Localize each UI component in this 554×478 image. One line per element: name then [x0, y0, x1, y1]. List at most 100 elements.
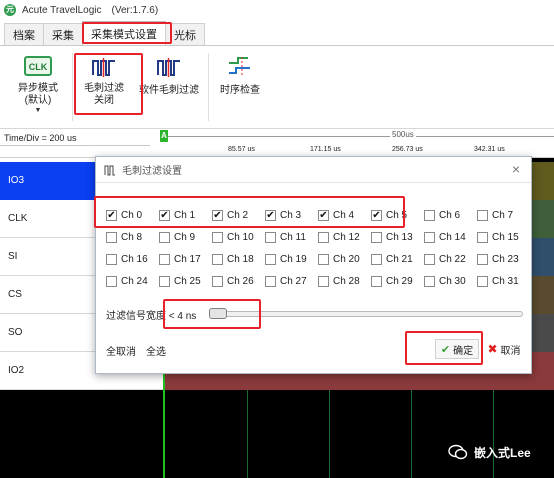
- time-tick: 256.73 us: [392, 146, 423, 153]
- channel-checkbox-item[interactable]: ✔ Ch 4: [318, 208, 354, 222]
- checkbox[interactable]: [318, 253, 329, 265]
- channel-label: Ch 17: [174, 253, 201, 265]
- checkbox[interactable]: [318, 275, 329, 287]
- signal-cs[interactable]: CS: [0, 276, 96, 314]
- channel-checkbox-item[interactable]: Ch 20: [318, 252, 360, 266]
- checkbox[interactable]: [159, 275, 170, 287]
- select-all-button[interactable]: 全选: [146, 343, 166, 358]
- checkbox[interactable]: [159, 253, 170, 265]
- channel-checkbox-item[interactable]: Ch 13: [371, 230, 413, 244]
- channel-checkbox-item[interactable]: Ch 6: [424, 208, 460, 222]
- checkbox[interactable]: [371, 253, 382, 265]
- channel-checkbox-item[interactable]: Ch 15: [477, 230, 519, 244]
- checkbox[interactable]: [106, 231, 117, 243]
- channel-checkbox-item[interactable]: Ch 22: [424, 252, 466, 266]
- channel-label: Ch 14: [439, 231, 466, 243]
- channel-checkbox-item[interactable]: ✔ Ch 2: [212, 208, 248, 222]
- signal-io2[interactable]: IO2: [0, 352, 96, 390]
- channel-checkbox-item[interactable]: Ch 25: [159, 274, 201, 288]
- checkbox[interactable]: [106, 253, 117, 265]
- checkbox[interactable]: [477, 275, 488, 287]
- svg-text:CLK: CLK: [29, 62, 48, 72]
- dialog-title-bar: 毛刺过滤设置: [96, 157, 531, 183]
- channel-checkbox-item[interactable]: Ch 26: [212, 274, 254, 288]
- checkbox[interactable]: [424, 209, 435, 221]
- channel-checkbox-item[interactable]: ✔ Ch 0: [106, 208, 142, 222]
- channel-checkbox-item[interactable]: Ch 18: [212, 252, 254, 266]
- checkbox[interactable]: [477, 231, 488, 243]
- timing-check-button[interactable]: 时序检查: [214, 55, 266, 121]
- checkbox[interactable]: [212, 275, 223, 287]
- channel-label: Ch 28: [333, 275, 360, 287]
- signal-si[interactable]: SI: [0, 238, 96, 276]
- channel-checkbox-item[interactable]: Ch 31: [477, 274, 519, 288]
- filter-width-slider-thumb[interactable]: [209, 308, 227, 319]
- channel-checkbox-item[interactable]: Ch 7: [477, 208, 513, 222]
- channel-checkbox-item[interactable]: Ch 12: [318, 230, 360, 244]
- async-mode-sublabel: (默认): [24, 95, 52, 106]
- channel-label: Ch 8: [121, 231, 143, 243]
- checkbox[interactable]: ✔: [265, 209, 276, 221]
- channel-checkbox-item[interactable]: Ch 29: [371, 274, 413, 288]
- checkbox[interactable]: ✔: [371, 209, 382, 221]
- checkbox[interactable]: [424, 253, 435, 265]
- ok-button[interactable]: ✔ 确定: [435, 339, 479, 359]
- signal-clk[interactable]: CLK: [0, 200, 96, 238]
- checkbox[interactable]: [265, 231, 276, 243]
- channel-checkbox-item[interactable]: Ch 16: [106, 252, 148, 266]
- cancel-button[interactable]: ✖ 取消: [483, 339, 525, 359]
- checkbox[interactable]: [212, 253, 223, 265]
- signal-so[interactable]: SO: [0, 314, 96, 352]
- tab-archive[interactable]: 档案: [4, 23, 44, 45]
- checkbox[interactable]: ✔: [212, 209, 223, 221]
- signal-io3[interactable]: IO3: [0, 162, 96, 200]
- filter-width-slider[interactable]: [209, 311, 523, 317]
- channel-checkbox-item[interactable]: Ch 27: [265, 274, 307, 288]
- channel-checkbox-item[interactable]: Ch 14: [424, 230, 466, 244]
- deselect-all-button[interactable]: 全取消: [106, 343, 136, 358]
- checkbox[interactable]: [265, 253, 276, 265]
- channel-checkbox-item[interactable]: ✔ Ch 5: [371, 208, 407, 222]
- channel-checkbox-item[interactable]: Ch 24: [106, 274, 148, 288]
- checkbox[interactable]: [212, 231, 223, 243]
- close-icon[interactable]: ×: [509, 162, 523, 176]
- checkbox[interactable]: ✔: [318, 209, 329, 221]
- channel-checkbox-item[interactable]: ✔ Ch 3: [265, 208, 301, 222]
- software-glitch-filter-button[interactable]: 软件毛刺过滤: [136, 55, 202, 121]
- channel-checkbox-item[interactable]: Ch 19: [265, 252, 307, 266]
- filter-width-row: 过滤信号宽度 < 4 ns: [106, 307, 196, 322]
- glitch-filter-icon: [90, 55, 118, 79]
- tab-capture-mode-settings[interactable]: 采集模式设置: [82, 21, 166, 45]
- channel-label: Ch 0: [121, 209, 143, 221]
- checkbox[interactable]: [159, 231, 170, 243]
- channel-checkbox-item[interactable]: Ch 28: [318, 274, 360, 288]
- checkbox[interactable]: [477, 253, 488, 265]
- channel-checkbox-item[interactable]: Ch 8: [106, 230, 142, 244]
- checkbox[interactable]: [371, 275, 382, 287]
- cursor-a-marker[interactable]: A: [160, 130, 168, 142]
- checkbox[interactable]: [424, 231, 435, 243]
- checkbox[interactable]: [371, 231, 382, 243]
- checkbox[interactable]: [318, 231, 329, 243]
- channel-checkbox-item[interactable]: Ch 10: [212, 230, 254, 244]
- channel-checkbox-item[interactable]: ✔ Ch 1: [159, 208, 195, 222]
- channel-checkbox-item[interactable]: Ch 17: [159, 252, 201, 266]
- channel-checkbox-item[interactable]: Ch 11: [265, 230, 306, 244]
- glitch-filter-state: 关闭: [94, 95, 114, 106]
- checkbox[interactable]: ✔: [106, 209, 117, 221]
- async-mode-button[interactable]: CLK 异步模式 (默认) ▼: [12, 55, 64, 121]
- glitch-filter-button[interactable]: 毛刺过滤 关闭: [78, 55, 130, 121]
- channel-checkbox-item[interactable]: Ch 23: [477, 252, 519, 266]
- checkbox[interactable]: [477, 209, 488, 221]
- checkbox[interactable]: [265, 275, 276, 287]
- checkbox[interactable]: [106, 275, 117, 287]
- channel-checkbox-item[interactable]: Ch 21: [371, 252, 413, 266]
- channel-label: Ch 27: [280, 275, 307, 287]
- channel-checkbox-item[interactable]: Ch 30: [424, 274, 466, 288]
- window-version: (Ver:1.7.6): [111, 4, 159, 16]
- tab-capture[interactable]: 采集: [43, 23, 83, 45]
- tab-cursor[interactable]: 光标: [165, 23, 205, 45]
- checkbox[interactable]: [424, 275, 435, 287]
- channel-checkbox-item[interactable]: Ch 9: [159, 230, 195, 244]
- checkbox[interactable]: ✔: [159, 209, 170, 221]
